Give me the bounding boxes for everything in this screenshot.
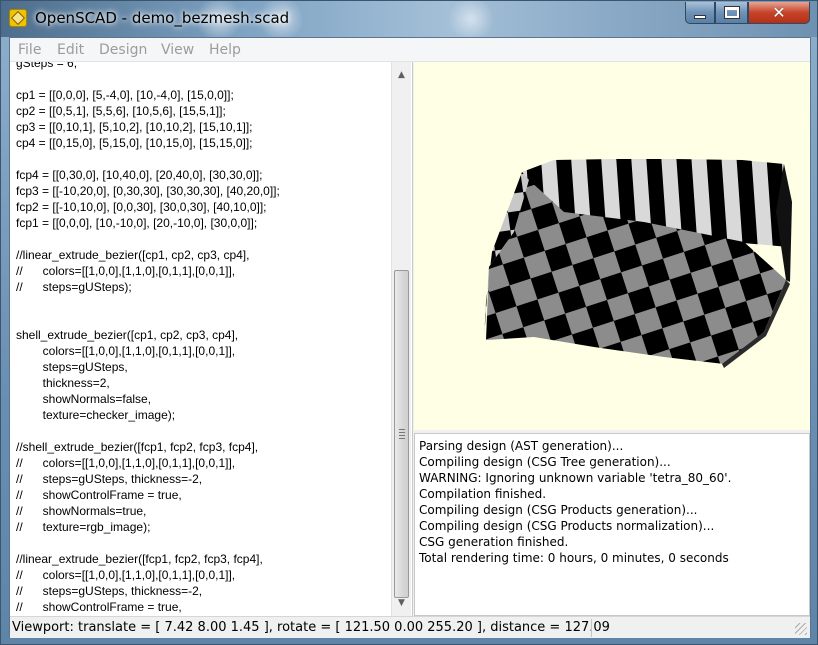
close-icon: ✕ [772,3,786,22]
console-line: Compiling design (CSG Products normaliza… [419,519,715,533]
status-separator [591,619,592,637]
code-line[interactable] [16,71,388,87]
code-line[interactable]: // colors=[[1,0,0],[1,1,0],[0,1,1],[0,0,… [16,263,388,279]
3d-viewport[interactable] [414,62,810,430]
maximize-button[interactable] [715,2,748,24]
window-title: OpenSCAD - demo_bezmesh.scad [35,9,290,27]
console-line: Compiling design (CSG Tree generation)..… [419,455,671,469]
code-line[interactable]: // texture=rgb_image); [16,519,388,535]
console-line: Compilation finished. [419,487,547,501]
code-text[interactable]: gSteps = 6; cp1 = [[0,0,0], [5,-4,0], [1… [16,62,388,615]
code-line[interactable]: texture=checker_image); [16,407,388,423]
code-line[interactable] [16,295,388,311]
code-line[interactable]: showNormals=false, [16,391,388,407]
maximize-icon [724,7,739,18]
code-line[interactable]: gSteps = 6; [16,62,388,71]
code-line[interactable]: // showNormals=true, [16,503,388,519]
close-button[interactable]: ✕ [748,2,810,24]
client-area: File Edit Design View Help gSteps = 6; c… [9,37,811,638]
code-line[interactable] [16,423,388,439]
code-line[interactable]: // showControlFrame = true, [16,487,388,503]
code-line[interactable]: //linear_extrude_bezier([cp1, cp2, cp3, … [16,247,388,263]
menu-bar: File Edit Design View Help [10,38,810,62]
code-editor[interactable]: gSteps = 6; cp1 = [[0,0,0], [5,-4,0], [1… [10,62,413,616]
code-line[interactable]: // steps=gUSteps, thickness=-2, [16,471,388,487]
code-line[interactable] [16,151,388,167]
rendered-bezier-shell [484,159,792,368]
menu-view[interactable]: View [161,42,194,58]
code-line[interactable]: // colors=[[1,0,0],[1,1,0],[0,1,1],[0,0,… [16,567,388,583]
scrollbar-thumb[interactable] [394,270,409,598]
code-line[interactable]: thickness=2, [16,375,388,391]
title-bar[interactable]: OpenSCAD - demo_bezmesh.scad ✕ [1,1,817,37]
menu-help[interactable]: Help [209,42,241,58]
resize-grip-icon[interactable] [795,623,807,635]
code-line[interactable]: // colors=[[1,0,0],[1,1,0],[0,1,1],[0,0,… [16,455,388,471]
code-line[interactable]: steps=gUSteps, [16,359,388,375]
code-line[interactable]: cp4 = [[0,15,0], [5,15,0], [10,15,0], [1… [16,135,388,151]
console-line: Compiling design (CSG Products generatio… [419,503,698,517]
openscad-app-icon[interactable] [9,9,27,27]
viewport-status: Viewport: translate = [ 7.42 8.00 1.45 ]… [12,620,610,635]
console-line: Parsing design (AST generation)... [419,439,624,453]
code-line[interactable]: cp3 = [[0,10,1], [5,10,2], [10,10,2], [1… [16,119,388,135]
code-line[interactable] [16,535,388,551]
title-decoration [441,1,501,37]
menu-design[interactable]: Design [99,42,147,58]
console-output[interactable]: Parsing design (AST generation)... Compil… [414,433,810,616]
menu-file[interactable]: File [18,42,41,58]
minimize-icon [694,14,706,19]
code-line[interactable]: fcp3 = [[-10,20,0], [0,30,30], [30,30,30… [16,183,388,199]
code-line[interactable]: cp1 = [[0,0,0], [5,-4,0], [10,-4,0], [15… [16,87,388,103]
code-line[interactable]: //shell_extrude_bezier([fcp1, fcp2, fcp3… [16,439,388,455]
code-line[interactable]: cp2 = [[0,5,1], [5,5,6], [10,5,6], [15,5… [16,103,388,119]
status-bar: Viewport: translate = [ 7.42 8.00 1.45 ]… [10,616,810,638]
code-line[interactable]: fcp2 = [[-10,10,0], [0,0,30], [30,0,30],… [16,199,388,215]
code-line[interactable]: fcp4 = [[0,30,0], [10,40,0], [20,40,0], … [16,167,388,183]
scroll-up-arrow-icon[interactable]: ▲ [392,66,411,83]
code-line[interactable]: //linear_extrude_bezier([fcp1, fcp2, fcp… [16,551,388,567]
minimize-button[interactable] [685,2,715,24]
code-line[interactable]: colors=[[1,0,0],[1,1,0],[0,1,1],[0,0,1]]… [16,343,388,359]
console-line: WARNING: Ignoring unknown variable 'tetr… [419,471,732,485]
code-line[interactable]: fcp1 = [[0,0,0], [10,-10,0], [20,-10,0],… [16,215,388,231]
openscad-window: OpenSCAD - demo_bezmesh.scad ✕ File Edit… [0,0,818,645]
code-line[interactable] [16,311,388,327]
menu-edit[interactable]: Edit [57,42,84,58]
editor-scrollbar[interactable]: ▲ ▼ [391,62,411,616]
code-line[interactable] [16,231,388,247]
console-line: Total rendering time: 0 hours, 0 minutes… [419,551,729,565]
code-line[interactable]: // steps=gUSteps); [16,279,388,295]
code-line[interactable]: shell_extrude_bezier([cp1, cp2, cp3, cp4… [16,327,388,343]
console-line: CSG generation finished. [419,535,569,549]
grip-icon [399,429,405,441]
scroll-down-arrow-icon[interactable]: ▼ [392,594,411,611]
code-line[interactable]: // steps=gUSteps, thickness=-2, [16,583,388,599]
code-line[interactable]: // showControlFrame = true, [16,599,388,615]
